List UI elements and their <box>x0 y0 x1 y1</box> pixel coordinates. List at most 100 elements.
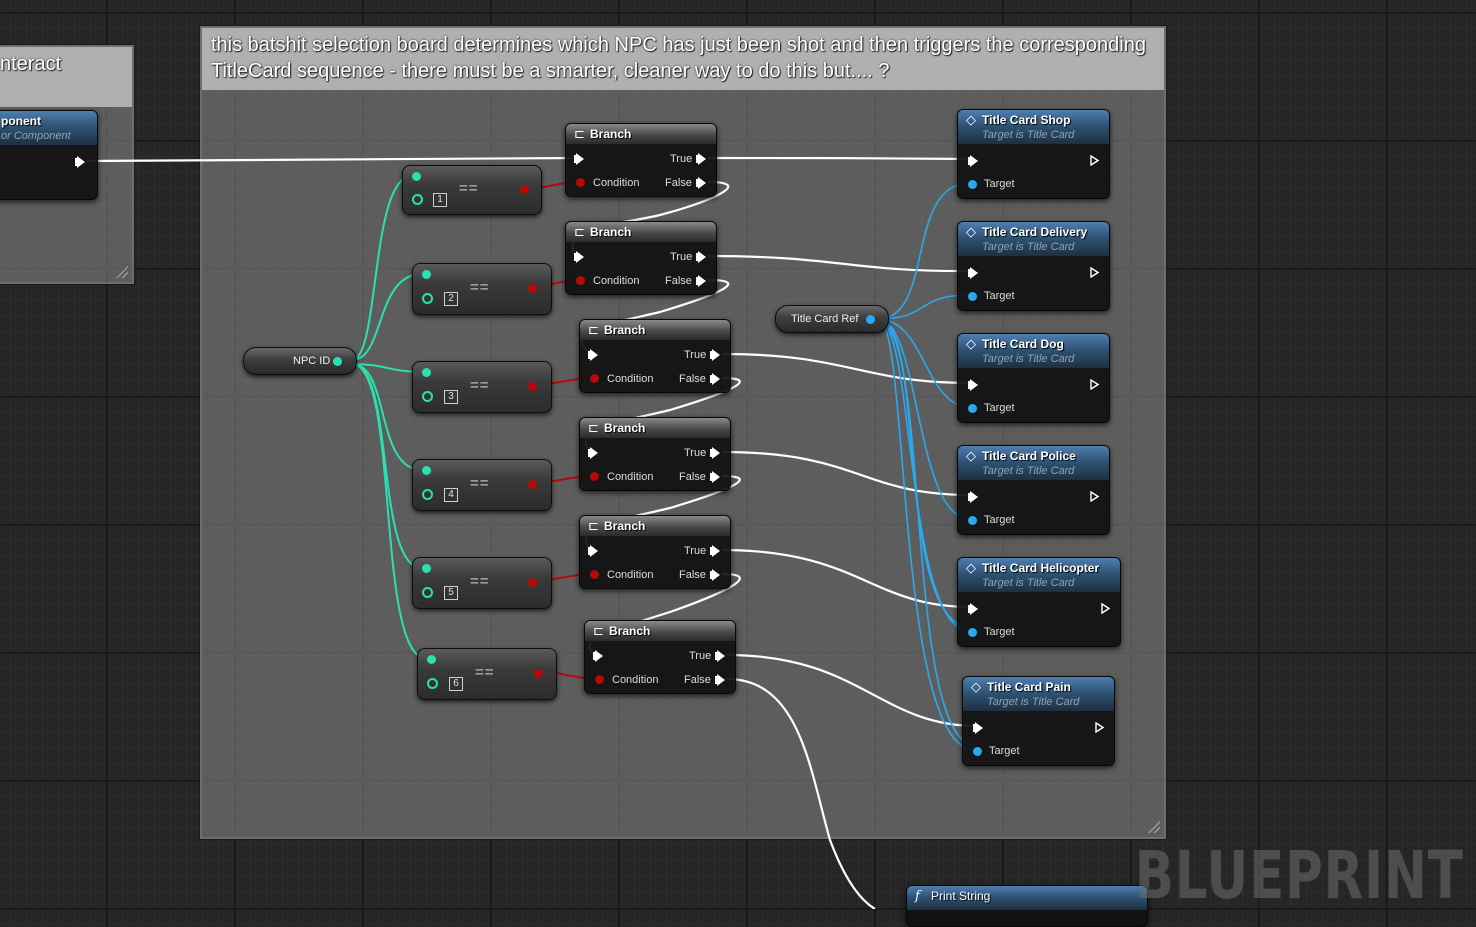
equal-node-4[interactable]: 4 == <box>412 459 552 511</box>
branch-node-2[interactable]: ⊏ Branch True Condition False <box>565 221 717 295</box>
true-exec-pin[interactable] <box>710 349 720 361</box>
true-exec-pin[interactable] <box>696 251 706 263</box>
false-exec-pin[interactable] <box>710 373 720 385</box>
equal-node-1[interactable]: 1 == <box>402 165 542 215</box>
condition-pin[interactable] <box>576 178 585 187</box>
print-string-node[interactable]: f Print String <box>906 885 1148 927</box>
equal-node-5[interactable]: 5 == <box>412 557 552 609</box>
exec-out-pin[interactable] <box>75 156 85 168</box>
title-card-dog-node[interactable]: ◇ Title Card Dog Target is Title Card Ta… <box>957 333 1110 423</box>
condition-pin[interactable] <box>595 675 604 684</box>
equal-b-pin[interactable] <box>422 489 433 500</box>
condition-pin[interactable] <box>576 276 585 285</box>
false-label: False <box>679 471 706 483</box>
equal-value-box[interactable]: 1 <box>433 193 447 207</box>
false-exec-pin[interactable] <box>696 275 706 287</box>
exec-in-pin[interactable] <box>968 379 978 391</box>
equal-b-pin[interactable] <box>422 293 433 304</box>
equal-value-box[interactable]: 6 <box>449 677 463 691</box>
equal-value-box[interactable]: 5 <box>444 586 458 600</box>
title-card-pain-node[interactable]: ◇ Title Card Pain Target is Title Card T… <box>962 676 1115 766</box>
equal-b-pin[interactable] <box>422 391 433 402</box>
equal-result-pin[interactable] <box>528 284 537 293</box>
exec-out-pin[interactable] <box>1101 603 1110 614</box>
exec-in-pin[interactable] <box>574 251 584 263</box>
branch-node-3[interactable]: ⊏ Branch True Condition False <box>579 319 731 393</box>
wires-layer <box>86 156 978 909</box>
false-exec-pin[interactable] <box>710 471 720 483</box>
partial-event-node[interactable]: ponent or Component <box>0 110 98 200</box>
condition-pin[interactable] <box>590 472 599 481</box>
equal-a-pin[interactable] <box>422 466 431 475</box>
title-card-helicopter-node[interactable]: ◇ Title Card Helicopter Target is Title … <box>957 557 1121 647</box>
exec-in-pin[interactable] <box>593 650 603 662</box>
target-pin[interactable] <box>968 404 977 413</box>
title-card-title: Title Card Helicopter <box>982 561 1100 575</box>
branch-node-6[interactable]: ⊏ Branch True Condition False <box>584 620 736 694</box>
false-exec-pin[interactable] <box>696 177 706 189</box>
equal-node-2[interactable]: 2 == <box>412 263 552 315</box>
true-exec-pin[interactable] <box>696 153 706 165</box>
title-card-ref-out-pin[interactable] <box>866 315 875 324</box>
false-exec-pin[interactable] <box>710 569 720 581</box>
target-pin[interactable] <box>968 628 977 637</box>
equal-a-pin[interactable] <box>422 368 431 377</box>
exec-out-pin[interactable] <box>1090 491 1099 502</box>
exec-out-pin[interactable] <box>1090 267 1099 278</box>
equal-a-pin[interactable] <box>427 655 436 664</box>
exec-in-pin[interactable] <box>968 491 978 503</box>
target-pin[interactable] <box>968 516 977 525</box>
true-exec-pin[interactable] <box>710 447 720 459</box>
equal-symbol: == <box>470 279 490 296</box>
true-label: True <box>670 251 693 263</box>
title-card-ref-variable-node[interactable]: Title Card Ref <box>775 305 889 333</box>
equal-result-pin[interactable] <box>528 578 537 587</box>
exec-in-pin[interactable] <box>588 349 598 361</box>
exec-out-pin[interactable] <box>1090 379 1099 390</box>
exec-in-pin[interactable] <box>588 447 598 459</box>
equal-a-pin[interactable] <box>412 172 421 181</box>
equal-result-pin[interactable] <box>520 185 529 194</box>
exec-in-pin[interactable] <box>968 155 978 167</box>
npc-id-variable-node[interactable]: NPC ID <box>243 347 357 375</box>
exec-in-pin[interactable] <box>968 603 978 615</box>
exec-out-pin[interactable] <box>1090 155 1099 166</box>
condition-pin[interactable] <box>590 570 599 579</box>
target-pin[interactable] <box>973 747 982 756</box>
equal-a-pin[interactable] <box>422 270 431 279</box>
title-card-delivery-node[interactable]: ◇ Title Card Delivery Target is Title Ca… <box>957 221 1110 311</box>
branch-node-header: ⊏ Branch <box>566 124 716 144</box>
branch-node-1[interactable]: ⊏ Branch True Condition False <box>565 123 717 197</box>
target-label: Target <box>984 514 1015 526</box>
true-exec-pin[interactable] <box>715 650 725 662</box>
equal-node-6[interactable]: 6 == <box>417 648 557 700</box>
title-card-shop-node[interactable]: ◇ Title Card Shop Target is Title Card T… <box>957 109 1110 199</box>
false-exec-pin[interactable] <box>715 674 725 686</box>
equal-b-pin[interactable] <box>427 678 438 689</box>
target-pin[interactable] <box>968 292 977 301</box>
equal-result-pin[interactable] <box>528 480 537 489</box>
target-label: Target <box>984 290 1015 302</box>
equal-value-box[interactable]: 4 <box>444 488 458 502</box>
condition-pin[interactable] <box>590 374 599 383</box>
exec-out-pin[interactable] <box>1095 722 1104 733</box>
equal-value-box[interactable]: 3 <box>444 390 458 404</box>
equal-result-pin[interactable] <box>534 669 543 678</box>
exec-in-pin[interactable] <box>574 153 584 165</box>
exec-in-pin[interactable] <box>968 267 978 279</box>
equal-value-box[interactable]: 2 <box>444 292 458 306</box>
branch-node-5[interactable]: ⊏ Branch True Condition False <box>579 515 731 589</box>
diamond-icon: ◇ <box>966 336 976 351</box>
branch-node-4[interactable]: ⊏ Branch True Condition False <box>579 417 731 491</box>
exec-in-pin[interactable] <box>588 545 598 557</box>
equal-result-pin[interactable] <box>528 382 537 391</box>
true-exec-pin[interactable] <box>710 545 720 557</box>
equal-b-pin[interactable] <box>422 587 433 598</box>
equal-a-pin[interactable] <box>422 564 431 573</box>
equal-node-3[interactable]: 3 == <box>412 361 552 413</box>
exec-in-pin[interactable] <box>973 722 983 734</box>
title-card-police-node[interactable]: ◇ Title Card Police Target is Title Card… <box>957 445 1110 535</box>
npc-id-out-pin[interactable] <box>333 357 342 366</box>
target-pin[interactable] <box>968 180 977 189</box>
equal-b-pin[interactable] <box>412 194 423 205</box>
